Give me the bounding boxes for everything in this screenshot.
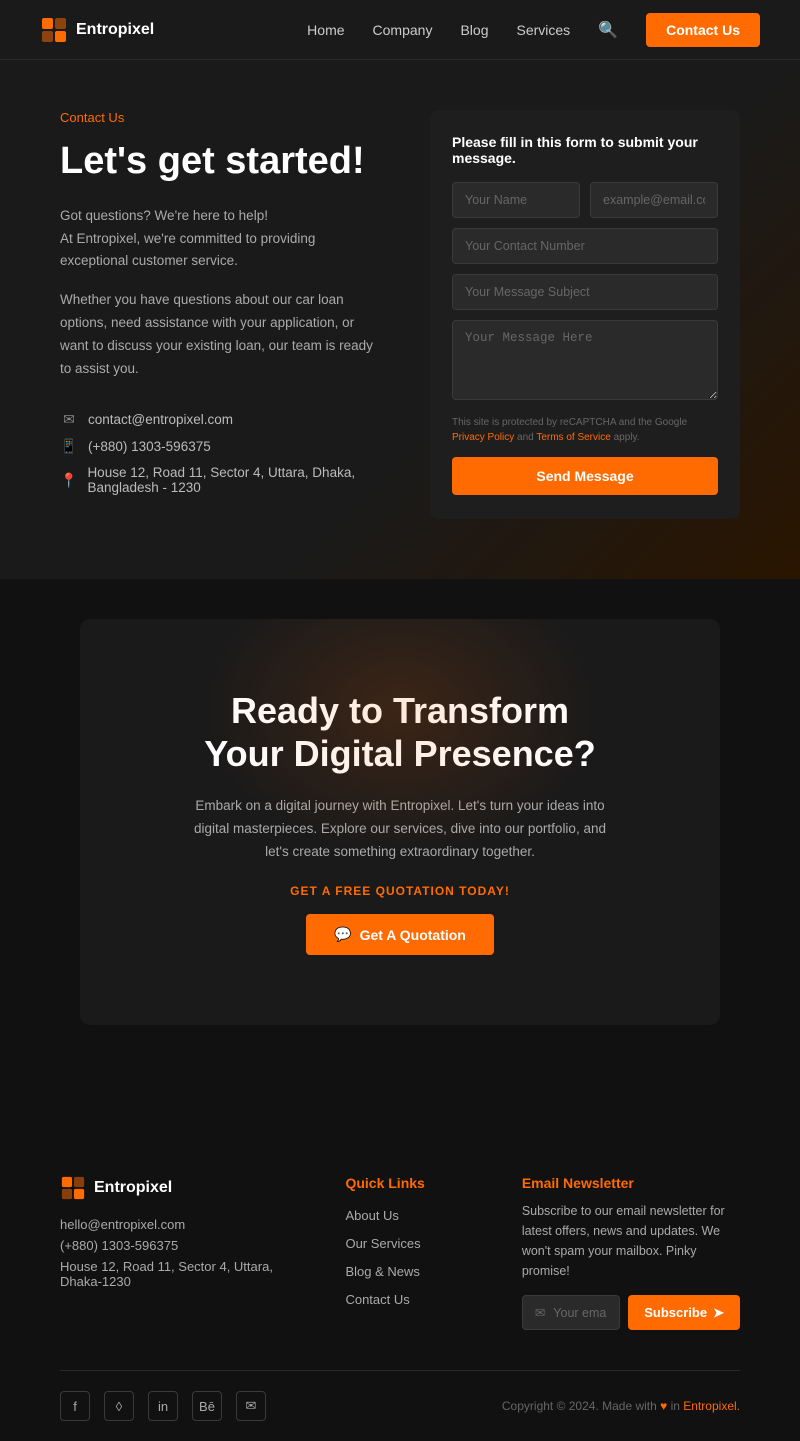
footer-email: hello@entropixel.com (60, 1217, 305, 1232)
navbar: Entropixel Home Company Blog Services 🔍 … (0, 0, 800, 60)
contact-phone-item: 📱 (+880) 1303-596375 (60, 438, 380, 455)
facebook-icon[interactable]: f (60, 1391, 90, 1421)
footer: Entropixel hello@entropixel.com (+880) 1… (0, 1125, 800, 1441)
nav-home[interactable]: Home (307, 22, 344, 38)
terms-link[interactable]: Terms of Service (536, 432, 610, 443)
contact-section: Contact Us Let's get started! Got questi… (0, 60, 800, 579)
newsletter-email-input[interactable] (553, 1306, 607, 1320)
footer-logo[interactable]: Entropixel (60, 1175, 305, 1201)
contact-address-item: 📍 House 12, Road 11, Sector 4, Uttara, D… (60, 465, 380, 495)
quotation-icon: 💬 (334, 926, 351, 943)
subscribe-button[interactable]: Subscribe ➤ (628, 1295, 740, 1330)
footer-brand: Entropixel hello@entropixel.com (+880) 1… (60, 1175, 305, 1330)
nav-services[interactable]: Services (516, 22, 570, 38)
cta-wrapper: Ready to Transform Your Digital Presence… (0, 619, 800, 1025)
linkedin-icon[interactable]: in (148, 1391, 178, 1421)
contact-email: contact@entropixel.com (88, 412, 233, 427)
behance-icon[interactable]: Bē (192, 1391, 222, 1421)
phone-input[interactable] (452, 228, 718, 264)
contact-info: ✉ contact@entropixel.com 📱 (+880) 1303-5… (60, 411, 380, 495)
footer-contact-list: hello@entropixel.com (+880) 1303-596375 … (60, 1217, 305, 1289)
footer-link-blog[interactable]: Blog & News (345, 1264, 419, 1279)
logo-icon (40, 16, 68, 44)
footer-link-contact[interactable]: Contact Us (345, 1292, 409, 1307)
footer-newsletter: Email Newsletter Subscribe to our email … (522, 1175, 740, 1330)
social-icons: f ◊ in Bē ✉ (60, 1391, 266, 1421)
message-textarea[interactable] (452, 320, 718, 400)
footer-link-services[interactable]: Our Services (345, 1236, 420, 1251)
cta-desc: Embark on a digital journey with Entropi… (190, 795, 610, 864)
send-icon: ➤ (713, 1305, 724, 1321)
contact-desc2: Whether you have questions about our car… (60, 289, 380, 381)
cta-title: Ready to Transform Your Digital Presence… (120, 689, 680, 775)
name-input[interactable] (452, 182, 580, 218)
contact-title: Let's get started! (60, 139, 380, 185)
footer-phone: (+880) 1303-596375 (60, 1238, 305, 1253)
cta-free-label: GET A FREE QUOTATION TODAY! (120, 884, 680, 898)
footer-top: Entropixel hello@entropixel.com (+880) 1… (60, 1175, 740, 1330)
get-quotation-button[interactable]: 💬 Get A Quotation (306, 914, 494, 955)
footer-brand-name: Entropixel (94, 1179, 172, 1197)
quick-links-title: Quick Links (345, 1175, 481, 1191)
breadcrumb: Contact Us (60, 110, 380, 125)
newsletter-input-wrapper: ✉ (522, 1295, 620, 1330)
nav-company[interactable]: Company (373, 22, 433, 38)
footer-bottom: f ◊ in Bē ✉ Copyright © 2024. Made with … (60, 1370, 740, 1421)
cta-section: Ready to Transform Your Digital Presence… (80, 619, 720, 1025)
subject-input[interactable] (452, 274, 718, 310)
envelope-icon: ✉ (535, 1305, 545, 1320)
instagram-icon[interactable]: ◊ (104, 1391, 134, 1421)
contact-form-panel: Please fill in this form to submit your … (430, 110, 740, 519)
contact-desc1: Got questions? We're here to help!At Ent… (60, 205, 380, 274)
contact-phone: (+880) 1303-596375 (88, 439, 211, 454)
footer-address: House 12, Road 11, Sector 4, Uttara, Dha… (60, 1259, 305, 1289)
email-input[interactable] (590, 182, 718, 218)
newsletter-title: Email Newsletter (522, 1175, 740, 1191)
form-name-email-row (452, 182, 718, 218)
copyright: Copyright © 2024. Made with ♥ in Entropi… (502, 1399, 740, 1413)
form-title: Please fill in this form to submit your … (452, 134, 718, 166)
email-social-icon[interactable]: ✉ (236, 1391, 266, 1421)
nav-blog[interactable]: Blog (460, 22, 488, 38)
phone-icon: 📱 (60, 438, 78, 455)
newsletter-desc: Subscribe to our email newsletter for la… (522, 1201, 740, 1281)
footer-logo-icon (60, 1175, 86, 1201)
logo[interactable]: Entropixel (40, 16, 154, 44)
contact-left: Contact Us Let's get started! Got questi… (60, 110, 400, 519)
newsletter-form: ✉ Subscribe ➤ (522, 1295, 740, 1330)
recaptcha-text: This site is protected by reCAPTCHA and … (452, 415, 718, 445)
contact-email-item: ✉ contact@entropixel.com (60, 411, 380, 428)
footer-quick-links: Quick Links About Us Our Services Blog &… (345, 1175, 481, 1330)
search-icon[interactable]: 🔍 (598, 20, 618, 40)
breadcrumb-text: Contact Us (60, 110, 124, 125)
nav-links: Home Company Blog Services 🔍 Contact Us (307, 13, 760, 47)
privacy-policy-link[interactable]: Privacy Policy (452, 432, 514, 443)
send-message-button[interactable]: Send Message (452, 457, 718, 495)
email-icon: ✉ (60, 411, 78, 428)
contact-address: House 12, Road 11, Sector 4, Uttara, Dha… (87, 465, 380, 495)
contact-us-button[interactable]: Contact Us (646, 13, 760, 47)
footer-link-about[interactable]: About Us (345, 1208, 398, 1223)
brand-name: Entropixel (76, 21, 154, 39)
location-icon: 📍 (60, 472, 77, 489)
